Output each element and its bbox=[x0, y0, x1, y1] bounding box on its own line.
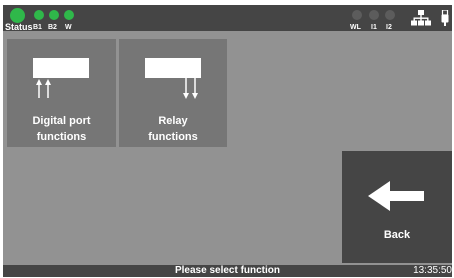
led-b1-label: B1 bbox=[33, 24, 42, 31]
led-b1 bbox=[34, 10, 44, 20]
led-b2 bbox=[49, 10, 59, 20]
network-icon bbox=[411, 10, 431, 26]
prompt-text: Please select function bbox=[174, 265, 281, 276]
usb-icon bbox=[441, 10, 449, 26]
digital-port-functions-button[interactable]: Digital port functions bbox=[7, 39, 116, 147]
arrow-left-icon bbox=[368, 181, 424, 211]
led-i1 bbox=[369, 10, 379, 20]
digital-port-label-line2: functions bbox=[36, 131, 87, 143]
relay-icon bbox=[145, 58, 201, 78]
device-screen: Status B1 B2 W WL I1 I2 Digital port fun… bbox=[3, 5, 452, 277]
led-wl-label: WL bbox=[350, 24, 361, 31]
led-i1-label: I1 bbox=[371, 24, 377, 31]
arrow-down-icon bbox=[183, 78, 198, 99]
back-label: Back bbox=[383, 229, 411, 241]
digital-port-label-line1: Digital port bbox=[32, 115, 91, 127]
status-label: Status bbox=[5, 22, 33, 32]
back-button[interactable]: Back bbox=[342, 151, 452, 263]
led-w-label: W bbox=[65, 24, 72, 31]
led-i2 bbox=[385, 10, 395, 20]
relay-functions-button[interactable]: Relay functions bbox=[119, 39, 227, 147]
led-i2-label: I2 bbox=[386, 24, 392, 31]
footer-bar: Please select function 13:35:50 bbox=[3, 265, 452, 277]
relay-label-line1: Relay bbox=[158, 115, 188, 127]
arrow-up-icon bbox=[36, 79, 51, 98]
status-bar: Status B1 B2 W WL I1 I2 bbox=[3, 5, 452, 32]
led-b2-label: B2 bbox=[48, 24, 57, 31]
digital-port-icon bbox=[33, 58, 89, 78]
led-wl bbox=[352, 10, 362, 20]
relay-label-line2: functions bbox=[148, 131, 198, 143]
led-w bbox=[64, 10, 74, 20]
clock: 13:35:50 bbox=[413, 265, 452, 276]
status-led bbox=[10, 8, 25, 23]
